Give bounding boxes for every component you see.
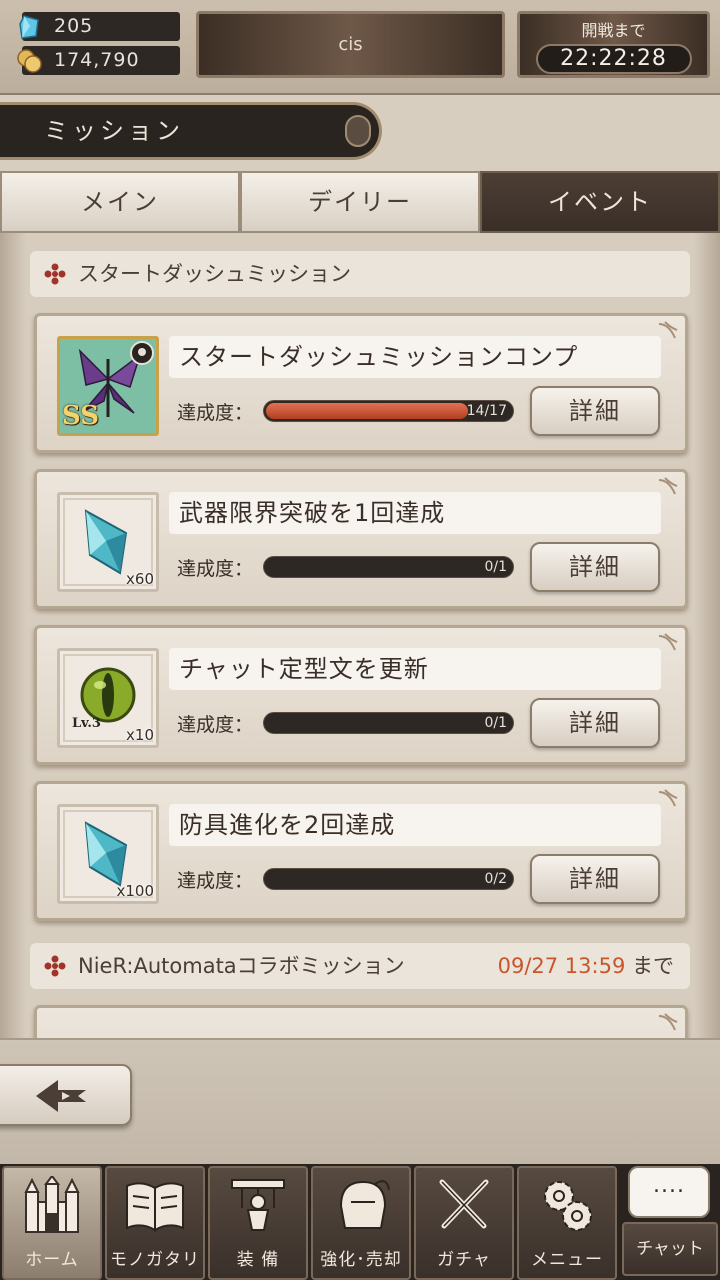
gold-count: 174,790 — [54, 49, 140, 71]
progress-label: 達成度： — [177, 402, 254, 424]
castle-icon — [24, 1176, 80, 1233]
reward-icon-frame[interactable]: Lv.3 x10 — [57, 648, 159, 748]
mission-card: x100 防具進化を2回達成 達成度： 0/2 詳細 — [34, 781, 688, 921]
mission-title: スタートダッシュミッションコンプ — [169, 336, 661, 378]
gears-icon — [544, 1181, 592, 1231]
nav-label: メニュー — [531, 1250, 603, 1270]
player-name: cis — [338, 34, 363, 55]
mission-tabs: メイン デイリー イベント — [0, 171, 720, 233]
footer-panel — [0, 1038, 720, 1164]
nav-label: ガチャ — [437, 1250, 491, 1270]
rarity-badge: SS — [62, 401, 99, 431]
chat-bubble-icon: .... — [628, 1166, 710, 1218]
nav-menu[interactable]: メニュー — [517, 1166, 617, 1280]
helmet-icon — [339, 1180, 390, 1229]
corner-ornament-icon — [658, 1013, 678, 1031]
mission-card-partial — [34, 1005, 688, 1038]
nav-home[interactable]: ホーム — [2, 1166, 102, 1280]
nav-label: 強化･売却 — [320, 1250, 402, 1270]
tab-daily[interactable]: デイリー — [240, 171, 480, 233]
deadline-suffix: まで — [632, 954, 674, 978]
puppet-icon — [231, 1179, 285, 1231]
nav-label: ホーム — [25, 1250, 79, 1270]
progress-fill — [266, 403, 468, 419]
mission-card: Lv.3 x10 チャット定型文を更新 達成度： 0/1 詳細 — [34, 625, 688, 765]
level-badge: Lv.3 — [72, 716, 101, 731]
nav-equipment[interactable]: 装 備 — [208, 1166, 308, 1280]
cross-ornament-icon — [44, 263, 66, 285]
cross-ornament-icon — [44, 955, 66, 977]
reward-quantity: x60 — [126, 570, 154, 588]
reward-icon-frame[interactable]: x60 — [57, 492, 159, 592]
gold-counter: 174,790 — [17, 46, 180, 75]
top-status-bar: 205 174,790 cis 開戦まで 22:22:28 — [0, 0, 720, 95]
timer-label: 開戦まで — [581, 21, 646, 40]
reward-icon-frame[interactable]: x100 — [57, 804, 159, 904]
back-button[interactable] — [0, 1064, 132, 1126]
detail-button[interactable]: 詳細 — [530, 698, 660, 748]
reward-icon-frame[interactable]: SS — [57, 336, 159, 436]
nav-label: 装 備 — [236, 1250, 280, 1270]
nav-gacha[interactable]: ガチャ — [414, 1166, 514, 1280]
progress-bar: 14/17 — [263, 400, 514, 422]
book-icon — [126, 1182, 184, 1232]
section-header-start-dash: スタートダッシュミッション — [30, 251, 690, 297]
mission-card: SS スタートダッシュミッションコンプ 達成度： 14/17 詳細 — [34, 313, 688, 453]
chat-label: チャット — [622, 1222, 718, 1276]
bottom-navigation: ホーム モノガタリ 装 備 強化･売却 ガチャ メニュー .... チャット — [0, 1164, 720, 1280]
gem-counter: 205 — [19, 12, 180, 41]
section-deadline: 09/27 13:59 まで — [498, 943, 674, 989]
gold-coin-icon — [17, 49, 42, 73]
page-title-text: ミッション — [44, 117, 184, 145]
progress-bar: 0/1 — [263, 556, 514, 578]
tab-main[interactable]: メイン — [0, 171, 240, 233]
progress-text: 14/17 — [466, 403, 507, 419]
progress-text: 0/1 — [484, 559, 507, 575]
progress-label: 達成度： — [177, 870, 254, 892]
nav-label: モノガタリ — [110, 1250, 200, 1270]
detail-button[interactable]: 詳細 — [530, 854, 660, 904]
progress-text: 0/2 — [484, 871, 507, 887]
reward-quantity: x100 — [116, 882, 154, 900]
progress-bar: 0/1 — [263, 712, 514, 734]
mission-title: 武器限界突破を1回達成 — [169, 492, 661, 534]
progress-bar: 0/2 — [263, 868, 514, 890]
mission-list[interactable]: スタートダッシュミッション SS スタートダッシュミッションコンプ 達成度： 1… — [0, 233, 720, 1038]
nav-story[interactable]: モノガタリ — [105, 1166, 205, 1280]
page-title: ミッション — [0, 102, 382, 160]
nav-enhance-sell[interactable]: 強化･売却 — [311, 1166, 411, 1280]
mission-card: x60 武器限界突破を1回達成 達成度： 0/1 詳細 — [34, 469, 688, 609]
timer-value: 22:22:28 — [535, 44, 692, 74]
progress-text: 0/1 — [484, 715, 507, 731]
title-ornament-icon — [345, 115, 371, 147]
section-header-nier-collab: NieR:Automataコラボミッション 09/27 13:59 まで — [30, 943, 690, 989]
detail-button[interactable]: 詳細 — [530, 542, 660, 592]
mission-title: チャット定型文を更新 — [169, 648, 661, 690]
tab-event[interactable]: イベント — [480, 171, 720, 233]
progress-label: 達成度： — [177, 558, 254, 580]
back-arrow-icon — [36, 1080, 86, 1112]
section-title: スタートダッシュミッション — [78, 262, 351, 286]
battle-timer: 開戦まで 22:22:28 — [517, 11, 710, 78]
progress-label: 達成度： — [177, 714, 254, 736]
gem-icon — [19, 15, 39, 39]
player-name-plate[interactable]: cis — [196, 11, 505, 78]
section-title: NieR:Automataコラボミッション — [78, 954, 405, 978]
reward-quantity: x10 — [126, 726, 154, 744]
detail-button[interactable]: 詳細 — [530, 386, 660, 436]
chat-button[interactable]: .... チャット — [620, 1164, 720, 1280]
gem-count: 205 — [54, 15, 94, 37]
crossed-swords-icon — [439, 1179, 489, 1229]
mission-title: 防具進化を2回達成 — [169, 804, 661, 846]
deadline-date: 09/27 13:59 — [497, 954, 626, 978]
